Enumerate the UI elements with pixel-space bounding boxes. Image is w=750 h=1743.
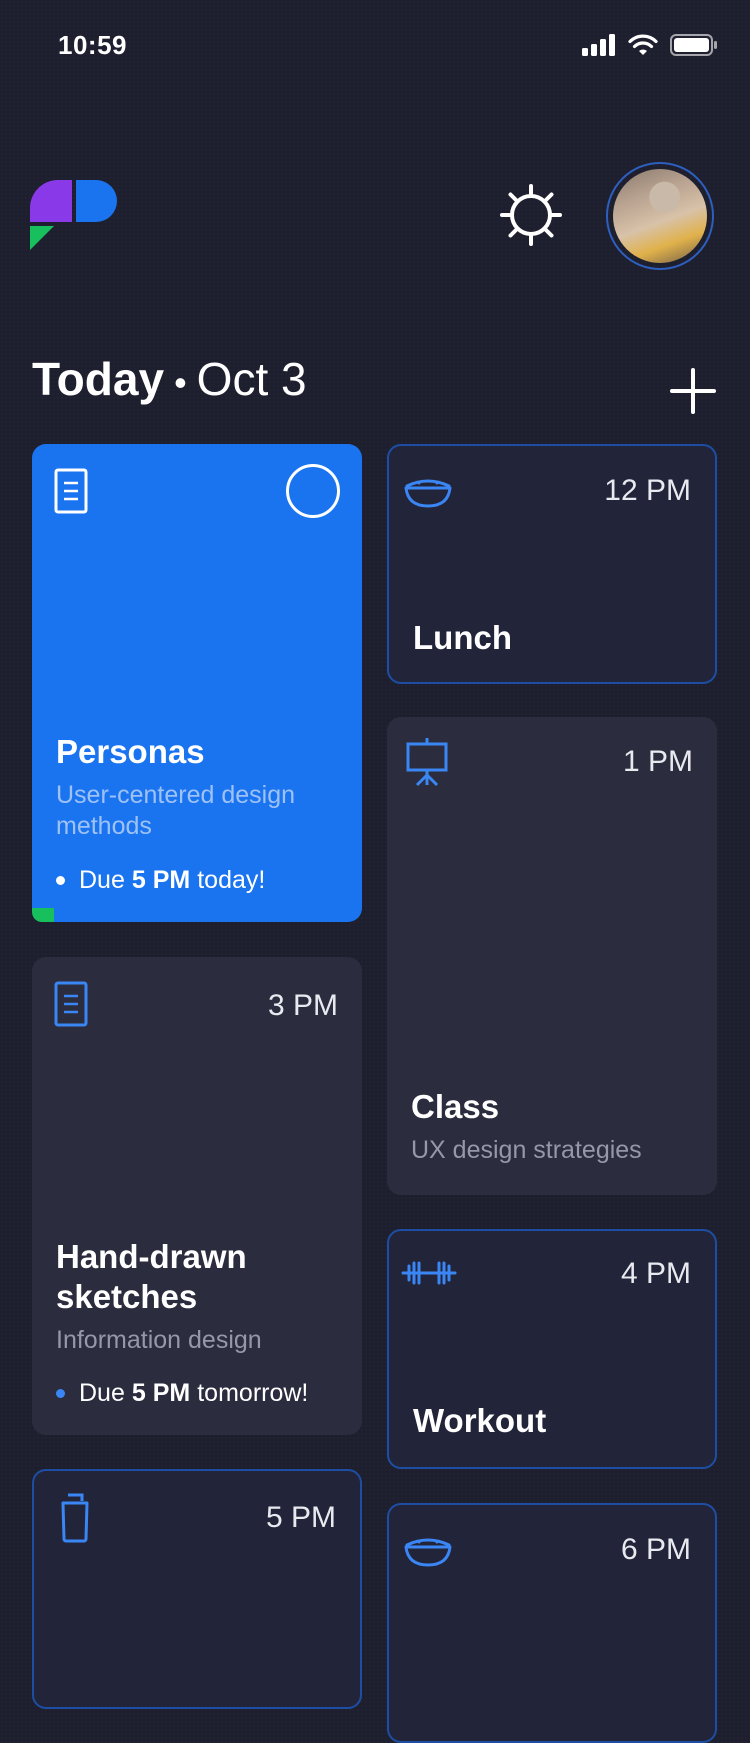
document-icon (54, 468, 88, 514)
app-logo-icon (30, 180, 117, 250)
due-date: Due 5 PM tomorrow! (56, 1379, 308, 1408)
card-title-line1: Hand-drawn (56, 1238, 247, 1275)
due-dot (56, 1389, 65, 1398)
due-time: 5 PM (131, 1379, 191, 1407)
presentation-board-icon (406, 738, 448, 787)
add-icon[interactable] (670, 368, 716, 414)
event-card-class[interactable]: 1 PM Class UX design strategies (387, 717, 717, 1195)
card-subtitle: Information design (56, 1326, 262, 1354)
avatar-photo (613, 169, 707, 263)
title-separator: • (174, 362, 187, 403)
dumbbell-icon (401, 1261, 457, 1285)
battery-icon (670, 34, 717, 56)
card-time: 3 PM (267, 989, 338, 1022)
task-card-hand-drawn-sketches[interactable]: 3 PM Hand-drawn sketches Information des… (32, 957, 362, 1435)
cup-icon (61, 1493, 89, 1543)
wifi-icon (628, 34, 658, 55)
page-title-today: Today (32, 353, 165, 405)
due-prefix: Due (79, 866, 125, 894)
card-time: 5 PM (265, 1501, 336, 1534)
status-icons (582, 34, 718, 56)
profile-avatar[interactable] (606, 162, 714, 270)
settings-button[interactable] (496, 180, 566, 250)
card-subtitle-line1: User-centered design (56, 781, 296, 809)
card-time: 4 PM (620, 1257, 691, 1290)
card-time: 12 PM (604, 474, 691, 507)
event-card-lunch[interactable]: 12 PM Lunch (387, 444, 717, 684)
document-icon (54, 981, 88, 1027)
event-card-workout[interactable]: 4 PM Workout (387, 1229, 717, 1469)
card-title: Workout (413, 1402, 547, 1439)
card-title: Class (411, 1088, 500, 1125)
card-subtitle-line2: methods (56, 812, 152, 840)
due-suffix: tomorrow! (197, 1379, 309, 1407)
card-time: 6 PM (620, 1533, 691, 1566)
bowl-icon (404, 479, 452, 508)
cellular-signal-icon (582, 34, 615, 56)
due-date: Due 5 PM today! (56, 866, 265, 895)
green-corner-marker (32, 908, 54, 922)
card-title: Personas (56, 733, 205, 770)
card-subtitle: UX design strategies (411, 1136, 642, 1164)
card-title: Lunch (413, 619, 512, 656)
bowl-icon (404, 1538, 452, 1567)
card-title-line2: sketches (56, 1278, 198, 1315)
card-time: 1 PM (622, 745, 693, 778)
due-prefix: Due (79, 1379, 125, 1407)
status-time: 10:59 (58, 30, 127, 60)
due-suffix: today! (197, 866, 266, 894)
event-card-5pm[interactable]: 5 PM (32, 1469, 362, 1709)
sun-brightness-icon (500, 184, 562, 246)
page-title: Today • Oct 3 (32, 352, 307, 406)
page-title-date: Oct 3 (196, 353, 307, 405)
task-card-personas[interactable]: Personas User-centered design methods Du… (32, 444, 362, 922)
due-time: 5 PM (131, 866, 191, 894)
due-dot (56, 876, 65, 885)
complete-checkbox[interactable] (286, 464, 340, 518)
event-card-6pm[interactable]: 6 PM (387, 1503, 717, 1743)
